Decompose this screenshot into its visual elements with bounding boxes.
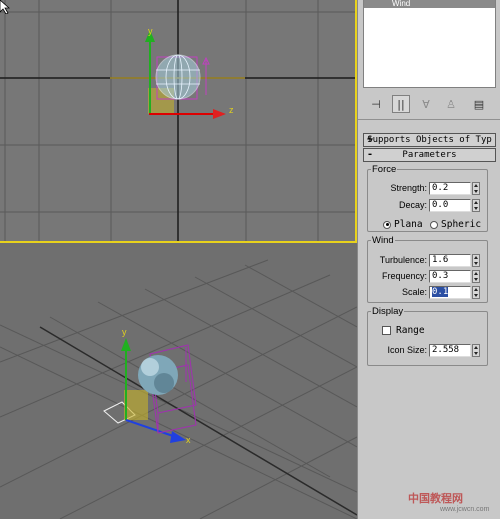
scale-label: Scale: — [401, 287, 427, 297]
perspective-viewport[interactable]: y x — [0, 247, 357, 519]
wind-group: Wind Turbulence: 1.6 Frequency: 0.3 Scal… — [367, 235, 488, 303]
frequency-field[interactable]: 0.3 — [429, 270, 471, 283]
strength-spinner: Strength: 0.2 — [368, 182, 489, 196]
rollout-toggle-icon: + — [367, 134, 374, 145]
decay-spinner: Decay: 0.0 — [368, 199, 489, 213]
scale-value-selected: 0.1 — [432, 287, 449, 297]
planar-radio[interactable]: Plana — [383, 219, 423, 230]
make-unique-icon[interactable]: ∀ — [417, 95, 435, 113]
spherical-radio-dot — [430, 220, 438, 229]
toolbar-divider — [358, 119, 500, 120]
persp-y-axis-arrow — [121, 338, 131, 351]
strength-label: Strength: — [390, 183, 427, 193]
y-axis-label: y — [148, 26, 153, 36]
rollout-area: + Supports Objects of Typ - Parameters F… — [363, 128, 496, 519]
turbulence-label: Turbulence: — [379, 255, 427, 265]
strength-field[interactable]: 0.2 — [429, 182, 471, 195]
turbulence-field[interactable]: 1.6 — [429, 254, 471, 267]
scale-spinner: Scale: 0.1 — [368, 286, 489, 300]
rollout-title: Parameters — [402, 150, 457, 160]
command-panel: Wind ⊣ || ∀ ♙ ▤ + Supports Objects of Ty… — [357, 0, 500, 519]
configure-modifier-sets-icon[interactable]: ▤ — [470, 95, 488, 113]
watermark-url: www.jcwcn.com — [440, 506, 490, 513]
planar-radio-dot — [383, 220, 391, 229]
spherical-radio[interactable]: Spheric — [430, 219, 481, 230]
decay-spinner-arrows[interactable] — [472, 199, 480, 212]
force-legend: Force — [372, 164, 397, 175]
supports-objects-rollout[interactable]: + Supports Objects of Typ — [363, 133, 496, 147]
pin-icon[interactable]: ⊣ — [367, 95, 385, 113]
persp-gizmo-plane — [124, 390, 148, 420]
parameters-rollout[interactable]: - Parameters — [363, 148, 496, 162]
decay-label: Decay: — [398, 200, 427, 210]
persp-x-label: x — [186, 435, 191, 445]
top-viewport-grid: y z — [0, 0, 355, 241]
icon-size-spinner: Icon Size: 2.558 — [368, 344, 489, 358]
modifier-stack-item[interactable]: Wind — [364, 0, 495, 8]
sphere-wireframe — [155, 54, 201, 100]
decay-field[interactable]: 0.0 — [429, 199, 471, 212]
wind-legend: Wind — [372, 235, 394, 246]
scale-spinner-arrows[interactable] — [472, 286, 480, 299]
icon-size-label: Icon Size: — [387, 345, 427, 355]
rollout-title: Supports Objects of Typ — [367, 135, 492, 145]
perspective-grid: y x — [0, 259, 357, 519]
modifier-stack-list[interactable]: Wind — [363, 0, 496, 88]
strength-spinner-arrows[interactable] — [472, 182, 480, 195]
icon-size-field[interactable]: 2.558 — [429, 344, 471, 357]
frequency-label: Frequency: — [381, 271, 427, 281]
turbulence-spinner: Turbulence: 1.6 — [368, 254, 489, 268]
rollout-toggle-icon: - — [367, 149, 374, 160]
remove-modifier-icon[interactable]: ♙ — [442, 95, 460, 113]
range-checkbox-box — [382, 326, 391, 335]
watermark-logo: 中国教程网 — [408, 493, 463, 505]
show-end-result-icon[interactable]: || — [392, 95, 410, 113]
mouse-cursor-icon — [0, 0, 10, 14]
persp-y-label: y — [122, 327, 127, 337]
frequency-spinner-arrows[interactable] — [472, 270, 480, 283]
x-axis-arrow — [213, 109, 226, 119]
planar-label: Plana — [394, 219, 423, 230]
icon-size-spinner-arrows[interactable] — [472, 344, 480, 357]
turbulence-spinner-arrows[interactable] — [472, 254, 480, 267]
display-legend: Display — [372, 306, 404, 317]
force-group: Force Strength: 0.2 Decay: 0.0 Plana Sph… — [367, 164, 488, 232]
z-axis-label: z — [229, 105, 234, 115]
frequency-spinner: Frequency: 0.3 — [368, 270, 489, 284]
display-group: Display Range Icon Size: 2.558 — [367, 306, 488, 366]
spherical-label: Spheric — [441, 219, 482, 230]
modifier-stack-toolbar: ⊣ || ∀ ♙ ▤ — [358, 93, 500, 115]
top-viewport[interactable]: y z — [0, 0, 357, 243]
scale-field[interactable]: 0.1 — [429, 286, 471, 299]
range-label: Range — [396, 325, 425, 336]
range-checkbox[interactable]: Range — [382, 325, 425, 336]
